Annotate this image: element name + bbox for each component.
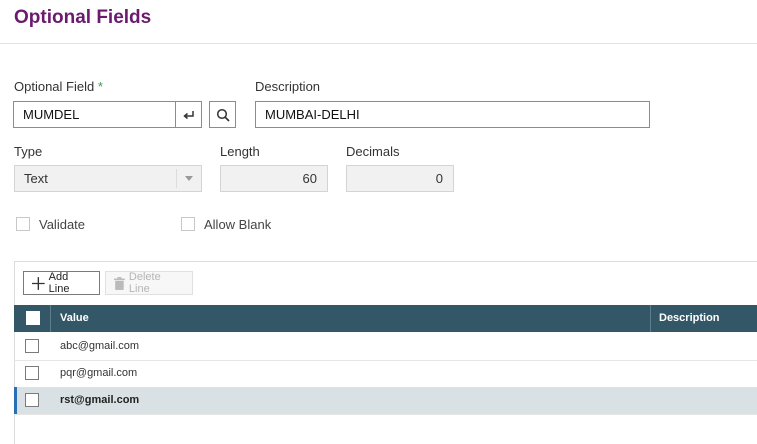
dropdown-caret-icon[interactable]	[176, 169, 201, 188]
optional-field-input[interactable]: MUMDEL	[13, 101, 176, 128]
column-header-description[interactable]: Description	[659, 312, 720, 324]
selection-indicator	[14, 387, 17, 414]
allow-blank-checkbox[interactable]	[181, 217, 195, 231]
row-checkbox[interactable]	[25, 366, 39, 380]
length-field: 60	[220, 165, 328, 192]
grid-header: Value Description	[14, 305, 757, 332]
add-line-button[interactable]: Add Line	[23, 271, 100, 295]
row-value: abc@gmail.com	[60, 340, 140, 352]
validate-label: Validate	[39, 217, 86, 232]
row-value: rst@gmail.com	[60, 394, 140, 406]
row-checkbox[interactable]	[25, 339, 39, 353]
table-row-selected[interactable]: rst@gmail.com	[14, 387, 757, 415]
delete-line-button[interactable]: Delete Line	[105, 271, 193, 295]
row-checkbox[interactable]	[25, 393, 39, 407]
description-label: Description	[255, 79, 321, 94]
column-header-value[interactable]: Value	[60, 312, 89, 324]
finder-button[interactable]	[209, 101, 236, 128]
validate-checkbox[interactable]	[16, 217, 30, 231]
table-row[interactable]: pqr@gmail.com	[14, 360, 757, 388]
type-select[interactable]: Text	[14, 165, 202, 192]
table-row[interactable]: abc@gmail.com	[14, 333, 757, 361]
enter-icon	[182, 110, 194, 119]
plus-icon	[32, 276, 45, 290]
column-separator	[650, 305, 651, 332]
enter-button[interactable]	[175, 101, 202, 128]
type-select-value: Text	[24, 171, 48, 186]
delete-line-label: Delete Line	[128, 271, 161, 295]
row-value: pqr@gmail.com	[60, 367, 138, 379]
type-label: Type	[14, 144, 43, 159]
description-input[interactable]: MUMBAI-DELHI	[255, 101, 650, 128]
allow-blank-label: Allow Blank	[204, 217, 272, 232]
add-line-label: Add Line	[48, 271, 70, 295]
select-all-checkbox[interactable]	[26, 311, 40, 325]
optional-field-label: Optional Field *	[14, 79, 103, 94]
required-marker: *	[97, 79, 103, 94]
column-separator	[50, 305, 51, 332]
decimals-label: Decimals	[346, 144, 400, 159]
optional-field-label-text: Optional Field	[14, 79, 95, 94]
decimals-field: 0	[346, 165, 454, 192]
page-title: Optional Fields	[14, 7, 152, 28]
search-icon	[216, 108, 230, 122]
length-label: Length	[220, 144, 260, 159]
header-divider	[0, 43, 757, 44]
trash-icon	[114, 276, 125, 290]
